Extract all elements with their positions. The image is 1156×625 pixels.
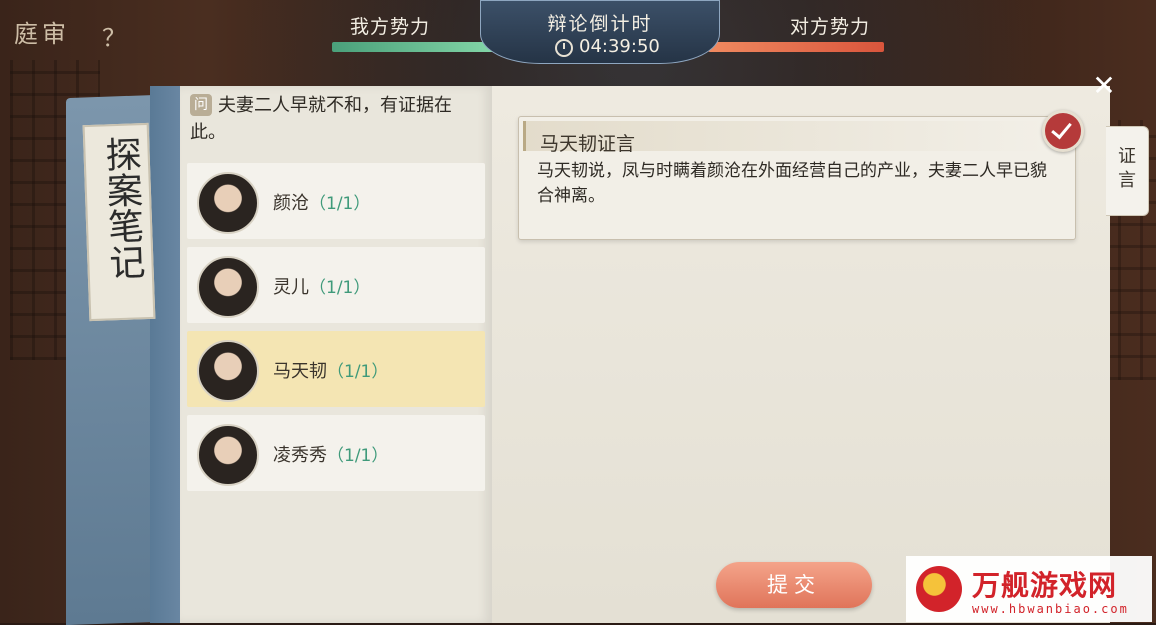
notebook-tag: 探案笔记 xyxy=(82,122,156,322)
selected-check-icon xyxy=(1042,110,1084,152)
countdown-timer: 04:39:50 xyxy=(579,36,660,57)
submit-button[interactable]: 提交 xyxy=(716,562,872,608)
our-side-label: 我方势力 xyxy=(350,16,431,38)
question-badge: 问 xyxy=(190,94,212,116)
watermark: 万舰游戏网 www.hbwanbiao.com xyxy=(906,556,1152,622)
avatar xyxy=(197,340,259,402)
opponent-side-label: 对方势力 xyxy=(789,16,870,38)
tab-testimony[interactable]: 证言 xyxy=(1106,126,1149,216)
screen-title: 庭审 xyxy=(14,20,70,48)
character-item[interactable]: 灵儿（1/1） xyxy=(187,247,485,323)
character-name: 凌秀秀 xyxy=(273,445,327,466)
evidence-count: （1/1） xyxy=(327,446,389,466)
tab-testimony-label: 证言 xyxy=(1118,146,1136,191)
avatar xyxy=(197,424,259,486)
character-item[interactable]: 颜沧（1/1） xyxy=(187,163,485,239)
clock-icon xyxy=(555,39,573,57)
character-name: 颜沧 xyxy=(273,193,309,214)
evidence-card[interactable]: 马天韧证言 马天韧说，凤与时瞒着颜沧在外面经营自己的产业，夫妻二人早已貌合神离。 xyxy=(518,116,1076,240)
evidence-card-header: 马天韧证言 xyxy=(523,121,1046,155)
question-prompt: 问夫妻二人早就不和，有证据在此。 xyxy=(190,92,480,146)
watermark-logo-icon xyxy=(916,566,962,612)
evidence-count: （1/1） xyxy=(309,278,371,298)
character-item[interactable]: 凌秀秀（1/1） xyxy=(187,415,485,491)
help-icon[interactable]: ？ xyxy=(102,18,126,53)
watermark-title: 万舰游戏网 xyxy=(972,569,1118,602)
opponent-side-power-bar xyxy=(708,42,884,52)
debate-hud: 我方势力 对方势力 辩论倒计时 04:39:50 xyxy=(330,0,890,64)
watermark-url: www.hbwanbiao.com xyxy=(972,602,1129,616)
character-name: 灵儿 xyxy=(273,277,309,298)
evidence-count: （1/1） xyxy=(327,362,389,382)
character-name: 马天韧 xyxy=(273,361,327,382)
character-list: 颜沧（1/1） 灵儿（1/1） 马天韧（1/1） 凌秀秀（1/1） xyxy=(187,163,485,499)
evidence-count: （1/1） xyxy=(309,194,371,214)
avatar xyxy=(197,256,259,318)
countdown-panel: 辩论倒计时 04:39:50 xyxy=(480,0,720,64)
avatar xyxy=(197,172,259,234)
notebook-tag-label: 探案笔记 xyxy=(99,135,146,281)
character-item-selected[interactable]: 马天韧（1/1） xyxy=(187,331,485,407)
question-text: 夫妻二人早就不和，有证据在此。 xyxy=(190,95,452,143)
evidence-text: 马天韧说，凤与时瞒着颜沧在外面经营自己的产业，夫妻二人早已貌合神离。 xyxy=(537,161,1047,206)
countdown-title: 辩论倒计时 xyxy=(547,13,653,35)
close-icon[interactable]: ✕ xyxy=(1090,72,1118,100)
evidence-title: 马天韧证言 xyxy=(540,133,636,155)
